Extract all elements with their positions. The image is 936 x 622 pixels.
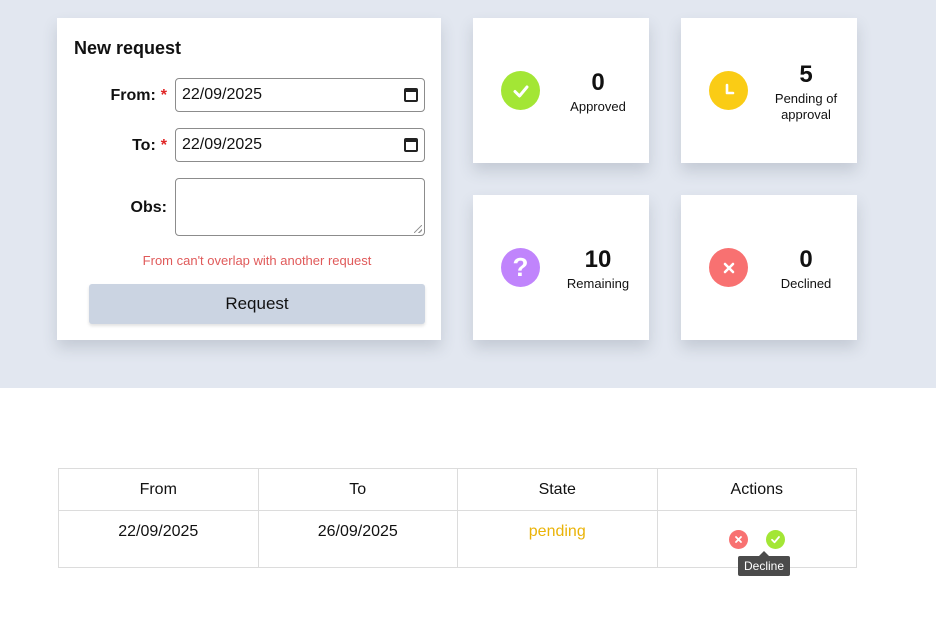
from-label: From: * [110,87,167,104]
requests-table: From To State Actions 22/09/2025 26/09/2… [58,468,857,568]
decline-tooltip: Decline [738,551,791,576]
request-button[interactable]: Request [89,284,425,324]
declined-count: 0 [799,246,813,273]
decline-button[interactable] [728,530,748,549]
pending-label: Pending of approval [774,91,838,122]
clock-icon [709,71,748,110]
form-title: New request [74,38,182,58]
question-icon: ? [501,248,540,287]
obs-textarea[interactable] [175,178,425,236]
new-request-card: New request From: * 22/09/2025 To: * 22/09… [57,18,441,340]
calendar-icon[interactable] [404,138,418,152]
required-mark: * [160,137,167,154]
pending-count: 5 [799,61,813,88]
approved-count: 0 [591,69,605,96]
column-header-state: State [457,468,658,511]
to-date-input[interactable]: 22/09/2025 [175,128,425,162]
column-header-actions: Actions [656,468,857,511]
table-row: 22/09/2025 26/09/2025 pending [58,510,857,568]
cell-from: 22/09/2025 [58,510,259,568]
remaining-label: Remaining [566,276,630,291]
close-icon [709,248,748,287]
remaining-card: ? 10 Remaining [473,195,649,340]
remaining-count: 10 [584,246,612,273]
approve-button[interactable] [765,530,785,549]
declined-card: 0 Declined [681,195,857,340]
check-icon [501,71,540,110]
required-mark: * [160,87,167,104]
cell-to: 26/09/2025 [257,510,458,568]
error-message: From can't overlap with another request [142,253,372,268]
from-date-value: 22/09/2025 [182,86,263,103]
to-date-value: 22/09/2025 [182,136,263,153]
declined-label: Declined [780,276,832,291]
column-header-from: From [58,468,259,511]
column-header-to: To [257,468,458,511]
check-icon [770,536,780,544]
from-date-input[interactable]: 22/09/2025 [175,78,425,112]
cell-state: pending [457,510,658,568]
close-icon [734,536,742,543]
to-label: To: * [132,137,167,154]
table-header-row: From To State Actions [58,468,857,511]
approved-label: Approved [570,99,626,114]
approved-card: 0 Approved [473,18,649,163]
resize-grip-icon[interactable] [414,225,422,233]
obs-label: Obs: [130,199,167,216]
pending-card: 5 Pending of approval [681,18,857,163]
calendar-icon[interactable] [404,88,418,102]
